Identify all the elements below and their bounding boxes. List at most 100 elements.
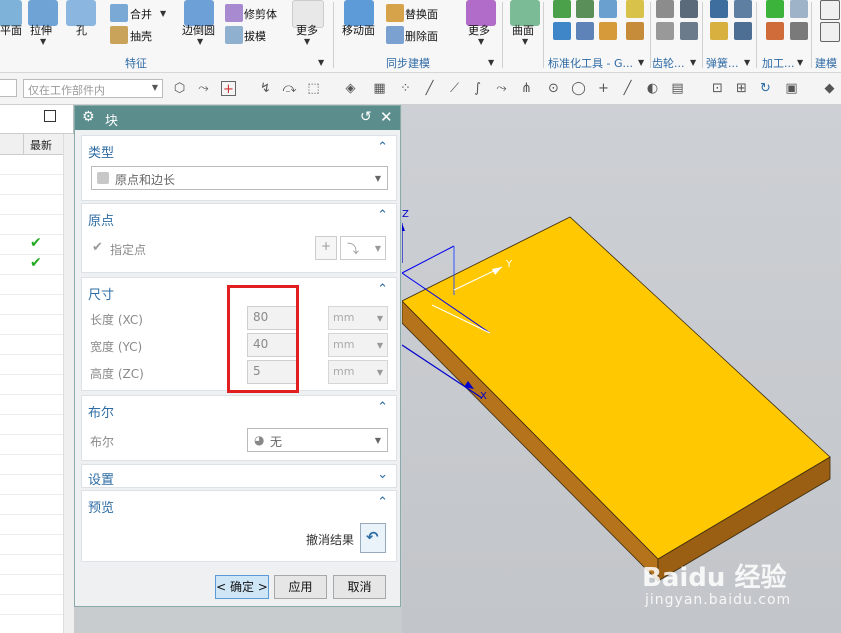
list-item[interactable] [0,515,63,535]
chevron-down-icon[interactable]: ▼ [522,37,528,46]
gear-tool-icon[interactable] [656,0,674,18]
gear-tool-icon[interactable] [680,0,698,18]
snap-icon[interactable]: ⤳ [196,81,211,96]
draft-icon[interactable] [225,26,243,44]
ribbon-more-sync-label[interactable]: 更多 [468,22,490,38]
list-item[interactable] [0,335,63,355]
line-icon[interactable]: ⟋ [447,81,462,96]
standard-part-icon[interactable] [553,0,571,18]
list-item[interactable]: ✔ [0,235,63,255]
list-item[interactable] [0,595,63,615]
shell-icon[interactable] [110,26,128,44]
chevron-down-icon[interactable]: ▼ [690,58,696,67]
reset-icon[interactable]: ↺ [360,109,372,125]
box-select-icon[interactable]: ⬚ [306,81,321,96]
section-origin-heading[interactable]: 原点 [88,210,114,229]
ribbon-hole-label[interactable]: 孔 [76,22,87,38]
expand-down-icon[interactable]: ⌄ [377,467,388,482]
list-item[interactable] [0,575,63,595]
ribbon-draft-label[interactable]: 拔模 [244,28,266,44]
list-item[interactable] [0,275,63,295]
gear-icon[interactable]: ⚙ [82,109,95,125]
standard-part-icon[interactable] [599,22,617,40]
chevron-down-icon[interactable]: ▼ [160,9,166,18]
machining-tool-icon[interactable] [766,0,784,18]
modeling-tool-icon[interactable] [820,22,840,42]
spring-tool-icon[interactable] [734,0,752,18]
spring-tool-icon[interactable] [734,22,752,40]
list-item[interactable] [0,355,63,375]
select-plus-icon[interactable]: + [221,81,236,97]
ribbon-edge-blend-label[interactable]: 边倒圆 [182,22,215,38]
shading-icon[interactable]: ◆ [822,81,837,96]
snap-icon[interactable]: ⋔ [519,81,534,96]
dialog-titlebar[interactable]: ⚙ 块 ↺ ✕ [75,106,400,130]
line-icon[interactable]: ╱ [422,81,437,96]
list-item[interactable] [0,475,63,495]
close-icon[interactable]: ✕ [380,108,393,126]
ribbon-unite-label[interactable]: 合并 [130,6,152,22]
view-icon[interactable]: ▣ [784,81,799,96]
list-item[interactable] [0,375,63,395]
curve-icon[interactable]: ∫ [470,81,485,96]
snap-icon[interactable]: ◐ [645,81,660,96]
section-settings-heading[interactable]: 设置 [88,469,114,488]
chevron-down-icon[interactable]: ▼ [797,58,803,67]
collapse-up-icon[interactable]: ⌃ [377,495,388,510]
list-item[interactable] [0,555,63,575]
refresh-icon[interactable]: ↻ [758,81,773,96]
standard-part-icon[interactable] [626,22,644,40]
chevron-down-icon[interactable]: ▼ [304,37,310,46]
chevron-down-icon[interactable]: ▼ [478,37,484,46]
ok-button[interactable]: < 确定 > [215,575,269,599]
cancel-button[interactable]: 取消 [333,575,386,599]
list-item[interactable] [0,295,63,315]
type-filter-dropdown[interactable] [0,79,17,97]
graphics-viewport[interactable]: Z Y X Baidu 经验 jingyan.baidu.com [402,105,841,633]
collapse-up-icon[interactable]: ⌃ [377,140,388,155]
ribbon-shell-label[interactable]: 抽壳 [130,28,152,44]
cross-icon[interactable]: + [596,81,611,96]
zoom-icon[interactable]: ⊞ [734,81,749,96]
modeling-tool-icon[interactable] [820,0,840,20]
collapse-up-icon[interactable]: ⌃ [377,208,388,223]
chevron-down-icon[interactable]: ▼ [488,58,494,67]
standard-part-icon[interactable] [576,22,594,40]
length-unit-dropdown[interactable]: mm ▼ [328,306,388,330]
ribbon-plane-label[interactable]: 平面 [0,22,22,38]
snap-icon[interactable]: ⤼ [282,81,297,96]
unite-icon[interactable] [110,4,128,22]
point-dialog-button[interactable]: + [315,236,337,260]
section-type-heading[interactable]: 类型 [88,142,114,161]
section-dimensions-heading[interactable]: 尺寸 [88,284,114,303]
chevron-down-icon[interactable]: ▼ [40,37,46,46]
list-item[interactable] [0,415,63,435]
point-snap-dropdown[interactable]: ⤵ ▼ [340,236,386,260]
undo-result-button[interactable]: ↶ [360,523,386,553]
ribbon-more-label[interactable]: 更多 [296,22,318,38]
list-item[interactable]: ✔ [0,255,63,275]
machining-tool-icon[interactable] [790,22,808,40]
list-item[interactable] [0,155,63,175]
navigator-scrollbar[interactable] [63,134,74,633]
list-item[interactable] [0,195,63,215]
ribbon-delete-face-label[interactable]: 删除面 [405,28,438,44]
ribbon-extrude-label[interactable]: 拉伸 [30,22,52,38]
ribbon-surface-label[interactable]: 曲面 [512,22,534,38]
boolean-dropdown[interactable]: ◕ 无 ▼ [247,428,388,452]
ribbon-replace-face-label[interactable]: 替换面 [405,6,438,22]
section-preview-heading[interactable]: 预览 [88,497,114,516]
gear-tool-icon[interactable] [680,22,698,40]
snap-icon[interactable]: ⁘ [398,81,413,96]
type-dropdown[interactable]: 原点和边长 ▼ [91,166,388,190]
snap-icon[interactable]: ⤳ [494,81,509,96]
list-item[interactable] [0,435,63,455]
ribbon-trim-body-label[interactable]: 修剪体 [244,6,277,22]
chevron-down-icon[interactable]: ▼ [744,58,750,67]
maximize-icon[interactable] [44,110,56,122]
list-item[interactable] [0,175,63,195]
model-canvas[interactable] [402,105,841,633]
collapse-up-icon[interactable]: ⌃ [377,282,388,297]
list-item[interactable] [0,315,63,335]
width-unit-dropdown[interactable]: mm ▼ [328,333,388,357]
